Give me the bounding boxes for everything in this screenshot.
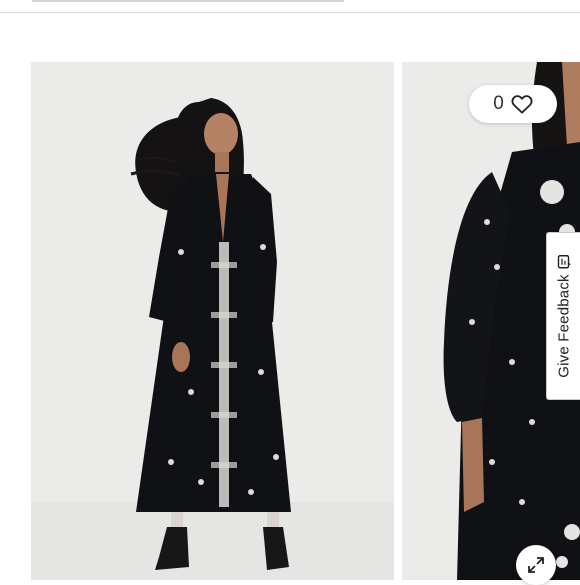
expand-image-button[interactable] [516,545,556,585]
wishlist-button[interactable]: 0 [469,85,557,123]
give-feedback-tab[interactable]: Give Feedback [546,232,580,400]
heart-icon [511,95,533,114]
product-image-carousel[interactable] [0,62,580,580]
top-tab-indicator [32,0,344,2]
expand-icon [528,557,544,573]
product-image-1[interactable] [31,62,394,580]
feedback-icon [557,254,571,268]
photo-model-full-length [31,62,394,580]
feedback-content: Give Feedback [555,254,573,378]
feedback-label: Give Feedback [555,274,573,378]
top-divider [0,12,580,13]
wishlist-count: 0 [493,93,504,114]
